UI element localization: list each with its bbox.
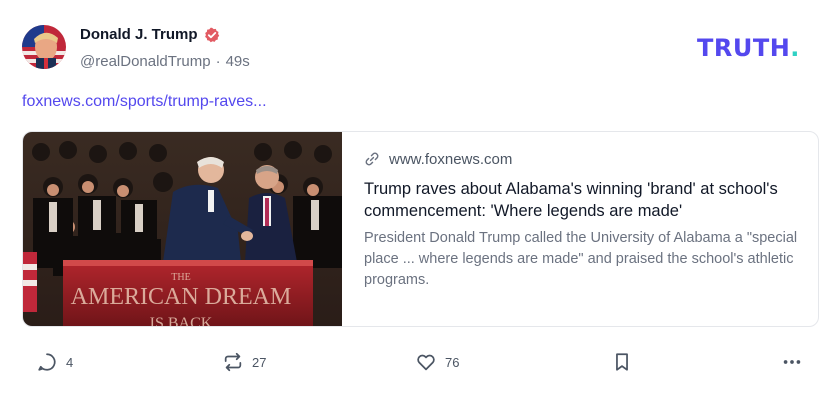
card-domain-row: www.foxnews.com (364, 149, 818, 169)
logo-dot: . (790, 34, 800, 62)
author-display-name[interactable]: Donald J. Trump (80, 26, 198, 43)
podium-text-3: IS BACK (150, 315, 213, 327)
link-preview-image[interactable]: THE AMERICAN DREAM IS BACK (23, 132, 342, 327)
retruth-button[interactable]: 27 (222, 351, 266, 373)
reply-icon (38, 353, 56, 371)
meta-separator: · (215, 53, 221, 70)
podium-text-2: AMERICAN DREAM (71, 284, 292, 310)
card-description: President Donald Trump called the Univer… (364, 230, 798, 288)
more-icon (783, 360, 801, 364)
heart-icon (417, 354, 435, 371)
verified-badge-icon (204, 27, 219, 42)
avatar[interactable] (22, 25, 66, 69)
post: Donald J. Trump @realDonaldTrump · 49s T… (0, 0, 840, 406)
action-bar: 4 27 76 (0, 347, 840, 377)
post-timestamp[interactable]: 49s (226, 53, 250, 70)
like-button[interactable]: 76 (415, 351, 459, 373)
card-domain: www.foxnews.com (389, 150, 513, 168)
podium-text-1: THE (171, 272, 190, 283)
reply-button[interactable]: 4 (36, 351, 73, 373)
reply-count: 4 (66, 354, 74, 370)
link-preview-body: www.foxnews.com Trump raves about Alabam… (342, 132, 818, 326)
card-title[interactable]: Trump raves about Alabama's winning 'bra… (364, 178, 804, 222)
truth-logo[interactable]: TRUTH. (697, 34, 800, 62)
like-count: 76 (445, 354, 460, 370)
bookmark-icon (616, 353, 628, 371)
logo-text: TRUTH (697, 34, 791, 62)
link-preview-card[interactable]: THE AMERICAN DREAM IS BACK www.foxnews.c… (22, 131, 819, 327)
author-name-row: Donald J. Trump (80, 26, 220, 43)
bookmark-button[interactable] (611, 351, 633, 373)
post-link[interactable]: foxnews.com/sports/trump-raves... (22, 93, 267, 111)
link-icon (365, 152, 379, 166)
author-handle[interactable]: @realDonaldTrump (80, 53, 211, 70)
author-meta: @realDonaldTrump · 49s (80, 53, 250, 70)
retruth-count: 27 (252, 354, 267, 370)
more-options-button[interactable] (781, 351, 803, 373)
retruth-icon (224, 352, 242, 372)
